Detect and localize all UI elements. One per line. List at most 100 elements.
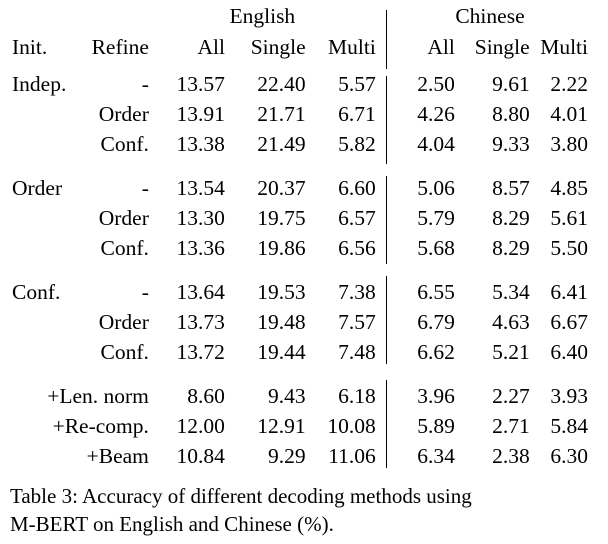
cell-chinese-multi: 4.01 [550,102,588,126]
cell-english-multi: 7.57 [338,310,376,334]
cell-refine: Order [98,310,149,334]
cell-english-single: 20.37 [257,176,306,200]
cell-chinese-all: 3.96 [417,384,455,408]
cell-chinese-multi: 6.41 [550,280,588,304]
table-row: Order 13.30 19.75 6.57 5.79 8.29 5.61 [10,207,588,237]
cell-chinese-multi: 5.84 [550,414,588,438]
cell-chinese-all: 6.62 [417,340,455,364]
cell-english-multi: 7.38 [338,280,376,304]
cell-english-multi: 5.57 [338,72,376,96]
cell-method-label: +Beam [86,444,149,468]
block-3-bottom-pad [10,371,588,378]
cell-english-single: 9.29 [268,444,306,468]
cell-english-multi: 5.82 [338,132,376,156]
cell-english-all: 12.00 [176,414,225,438]
table-row: +Len. norm 8.60 9.43 6.18 3.96 2.27 3.93 [10,385,588,415]
cell-init [10,341,84,371]
results-table: English Chinese Init. Refine All Single … [10,4,588,480]
column-header-init: Init. [12,35,48,59]
cell-chinese-multi: 3.93 [550,384,588,408]
cell-english-all: 13.30 [176,206,225,230]
cell-chinese-all: 5.79 [417,206,455,230]
cell-english-all: 13.64 [176,280,225,304]
cell-refine: Conf. [100,236,149,260]
cell-english-all: 8.60 [187,384,225,408]
table-figure: English Chinese Init. Refine All Single … [0,0,608,544]
cell-refine: Order [98,102,149,126]
cell-chinese-all: 6.79 [417,310,455,334]
cell-chinese-all: 5.89 [417,414,455,438]
cell-english-all: 10.84 [176,444,225,468]
cell-english-all: 13.91 [176,102,225,126]
cell-method-label: +Len. norm [47,384,149,408]
block-2-bottom-pad [10,267,588,274]
table-row: +Re-comp. 12.00 12.91 10.08 5.89 2.71 5.… [10,415,588,445]
group-header-spacer [10,4,84,36]
column-header-english-multi: Multi [328,35,376,59]
cell-refine: Conf. [100,340,149,364]
cell-refine: Conf. [100,132,149,156]
cell-english-single: 21.49 [257,132,306,156]
column-header-english-all: All [197,35,225,59]
table-row: Order 13.91 21.71 6.71 4.26 8.80 4.01 [10,103,588,133]
cell-separator [376,207,392,237]
column-header-chinese-multi: Multi [540,35,588,59]
cell-init [10,207,84,237]
cell-separator [376,281,392,311]
cell-chinese-all: 2.50 [417,72,455,96]
cell-init [10,133,84,163]
table-row: Conf. - 13.64 19.53 7.38 6.55 5.34 6.41 [10,281,588,311]
cell-separator [376,133,392,163]
column-header-english-single: Single [250,35,306,59]
cell-chinese-single: 4.63 [492,310,530,334]
cell-chinese-single: 5.21 [492,340,530,364]
cell-chinese-all: 5.06 [417,176,455,200]
cell-chinese-all: 5.68 [417,236,455,260]
column-header-row: Init. Refine All Single Multi All Single… [10,36,588,66]
cell-separator [376,415,392,445]
cell-english-single: 19.53 [257,280,306,304]
cell-separator [376,445,392,475]
cell-english-multi: 6.60 [338,176,376,200]
cell-refine: - [141,280,149,304]
cell-english-multi: 6.56 [338,236,376,260]
cell-separator [376,177,392,207]
cell-english-single: 19.48 [257,310,306,334]
cell-english-multi: 10.08 [327,414,376,438]
cell-chinese-single: 2.38 [492,444,530,468]
cell-english-all: 13.73 [176,310,225,334]
cell-method-label: +Re-comp. [52,414,149,438]
cell-english-single: 22.40 [257,72,306,96]
column-header-separator-cell [376,36,392,66]
table-row: Indep. - 13.57 22.40 5.57 2.50 9.61 2.22 [10,73,588,103]
table-row: Conf. 13.38 21.49 5.82 4.04 9.33 3.80 [10,133,588,163]
cell-init: Indep. [12,72,67,96]
cell-separator [376,341,392,371]
cell-english-single: 12.91 [257,414,306,438]
cell-english-multi: 6.71 [338,102,376,126]
table-row: Order - 13.54 20.37 6.60 5.06 8.57 4.85 [10,177,588,207]
column-header-refine: Refine [91,35,149,59]
cell-chinese-all: 4.04 [417,132,455,156]
table-row: Conf. 13.36 19.86 6.56 5.68 8.29 5.50 [10,237,588,267]
cell-chinese-single: 8.29 [492,236,530,260]
block-4-bottom-pad [10,475,588,480]
cell-english-single: 9.43 [268,384,306,408]
cell-chinese-multi: 4.85 [550,176,588,200]
cell-chinese-single: 8.29 [492,206,530,230]
cell-separator [376,73,392,103]
cell-separator [376,103,392,133]
cell-refine: Order [98,206,149,230]
cell-chinese-multi: 5.50 [550,236,588,260]
cell-chinese-single: 2.71 [492,414,530,438]
column-header-chinese-single: Single [474,35,530,59]
cell-separator [376,311,392,341]
cell-init [10,311,84,341]
cell-english-all: 13.36 [176,236,225,260]
cell-chinese-single: 5.34 [492,280,530,304]
cell-chinese-single: 9.33 [492,132,530,156]
cell-chinese-single: 2.27 [492,384,530,408]
cell-chinese-all: 4.26 [417,102,455,126]
group-header-chinese: Chinese [455,4,525,28]
cell-english-single: 19.75 [257,206,306,230]
